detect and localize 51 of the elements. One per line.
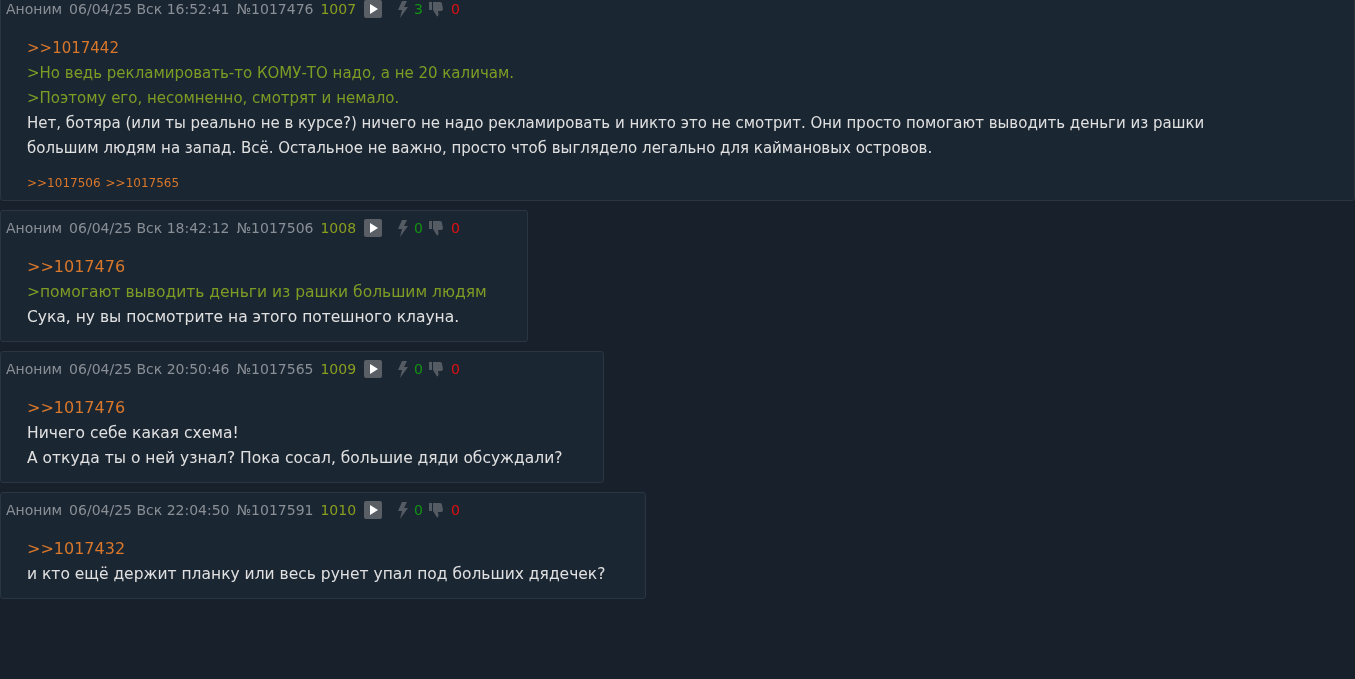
post-author: Аноним	[6, 502, 63, 518]
lightning-icon[interactable]	[398, 501, 409, 519]
post-text: большим людям на запад. Всё. Остальное не важно, просто чтоб выглядело легально для каймановых островов.	[27, 139, 933, 157]
post-ordinal: 1009	[320, 361, 357, 377]
post-date: 06/04/25 Вск 16:52:41	[69, 1, 230, 17]
dislike-count: 0	[451, 361, 460, 377]
post-date: 06/04/25 Вск 18:42:12	[69, 220, 230, 236]
play-icon[interactable]	[364, 219, 383, 237]
post-text: А откуда ты о ней узнал? Пока сосал, большие дяди обсуждали?	[27, 449, 563, 467]
post-number[interactable]: №1017506	[236, 220, 314, 236]
play-icon[interactable]	[364, 501, 383, 519]
post-text: Нет, ботяра (или ты реально не в курсе?) ничего не надо рекламировать и никто это не смотрит. Они просто помогают выводить деньги из рашки	[27, 114, 1205, 132]
post-number[interactable]: №1017565	[236, 361, 314, 377]
post-author: Аноним	[6, 220, 63, 236]
post-author: Аноним	[6, 361, 63, 377]
post-text: Сука, ну вы посмотрите на этого потешного клауна.	[27, 308, 460, 326]
play-icon[interactable]	[364, 360, 383, 378]
post-date: 06/04/25 Вск 22:04:50	[69, 502, 230, 518]
like-count: 3	[414, 1, 423, 17]
reply-link[interactable]: >>1017506	[27, 176, 101, 190]
lightning-icon[interactable]	[398, 219, 409, 237]
post-text: Ничего себе какая схема!	[27, 424, 239, 442]
thumbs-down-icon[interactable]	[429, 1, 445, 17]
post-ordinal: 1008	[320, 220, 357, 236]
quote-text: >Но ведь рекламировать-то КОМУ-ТО надо, а не 20 каличам.	[27, 64, 515, 82]
post-text: и кто ещё держит планку или весь рунет упал под больших дядечек?	[27, 565, 606, 583]
post-number[interactable]: №1017591	[236, 502, 314, 518]
lightning-icon[interactable]	[398, 360, 409, 378]
play-icon[interactable]	[364, 0, 383, 18]
reply-link[interactable]: >>1017432	[27, 539, 126, 558]
like-count: 0	[414, 361, 423, 377]
post-number[interactable]: №1017476	[236, 1, 314, 17]
quote-text: >помогают выводить деньги из рашки большим людям	[27, 283, 487, 301]
post-author: Аноним	[6, 1, 63, 17]
like-count: 0	[414, 220, 423, 236]
post-ordinal: 1007	[320, 1, 357, 17]
reply-link[interactable]: >>1017442	[27, 39, 119, 57]
reply-link[interactable]: >>1017476	[27, 398, 126, 417]
post-ordinal: 1010	[320, 502, 357, 518]
like-count: 0	[414, 502, 423, 518]
thumbs-down-icon[interactable]	[429, 502, 445, 518]
thumbs-down-icon[interactable]	[429, 220, 445, 236]
reply-link[interactable]: >>1017565	[105, 176, 180, 190]
post-date: 06/04/25 Вск 20:50:46	[69, 361, 230, 377]
reply-link[interactable]: >>1017476	[27, 257, 126, 276]
dislike-count: 0	[451, 220, 460, 236]
thumbs-down-icon[interactable]	[429, 361, 445, 377]
dislike-count: 0	[451, 1, 460, 17]
dislike-count: 0	[451, 502, 460, 518]
quote-text: >Поэтому его, несомненно, смотрят и немало.	[27, 89, 400, 107]
lightning-icon[interactable]	[398, 0, 409, 18]
